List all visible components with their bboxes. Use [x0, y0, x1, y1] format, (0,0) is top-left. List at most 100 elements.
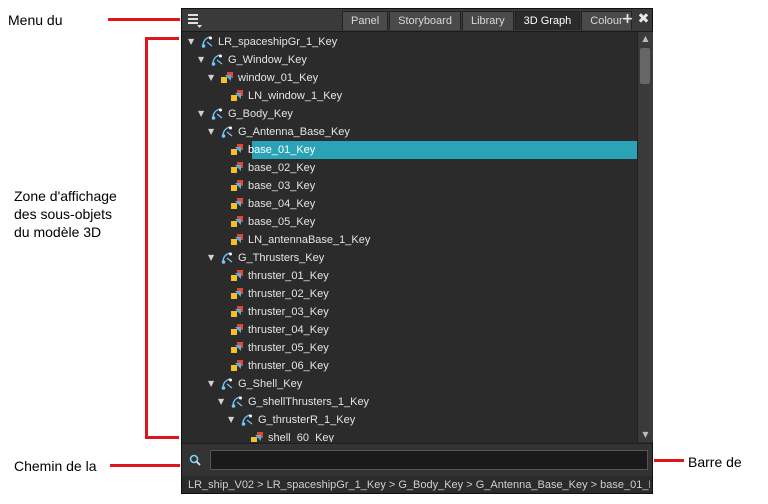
- mesh-key-icon: [230, 341, 244, 355]
- tree-row-label: base_02_Key: [248, 162, 316, 174]
- tree-row[interactable]: base_04_Key: [182, 195, 637, 213]
- tree-row[interactable]: ▼ G_Thrusters_Key: [182, 249, 637, 267]
- tree-row-label: shell_60_Key: [268, 432, 335, 442]
- node-tree: ▼ LR_spaceshipGr_1_Key ▼ G_Window_Key ▼ windo…: [182, 32, 637, 442]
- tree-row-label: thruster_05_Key: [248, 342, 329, 354]
- callout-display-area-line-1: Zone d'affichage: [14, 188, 117, 204]
- tree-row[interactable]: ▼ G_Antenna_Base_Key: [182, 123, 637, 141]
- tabs: Panel Storyboard Library 3D Graph Colour: [342, 11, 633, 31]
- mesh-key-icon: [230, 161, 244, 175]
- tree-row[interactable]: base_02_Key: [182, 159, 637, 177]
- tree-row[interactable]: thruster_02_Key: [182, 285, 637, 303]
- expanded-arrow-icon[interactable]: ▼: [208, 249, 216, 267]
- tree-row[interactable]: ▼ G_shellThrusters_1_Key: [182, 393, 637, 411]
- menu-icon: [188, 14, 202, 28]
- tree-row[interactable]: thruster_04_Key: [182, 321, 637, 339]
- add-view-button[interactable]: +: [621, 12, 634, 27]
- tree-row[interactable]: shell_60_Key: [182, 429, 637, 442]
- tree-row[interactable]: thruster_06_Key: [182, 357, 637, 375]
- mesh-key-icon: [220, 71, 234, 85]
- tree-row-label: window_01_Key: [238, 72, 319, 84]
- tree-row-label: thruster_06_Key: [248, 360, 329, 372]
- mesh-key-icon: [230, 305, 244, 319]
- tree-row-label: thruster_01_Key: [248, 270, 329, 282]
- tree-row-label: base_03_Key: [248, 180, 316, 192]
- tree-row-label: G_Antenna_Base_Key: [238, 126, 350, 138]
- expanded-arrow-icon[interactable]: ▼: [188, 33, 196, 51]
- panel-menu-button[interactable]: [186, 11, 204, 29]
- scrollbar-thumb[interactable]: [640, 48, 650, 84]
- tree-row[interactable]: thruster_05_Key: [182, 339, 637, 357]
- tree-row-label: G_Window_Key: [228, 54, 307, 66]
- tree-row[interactable]: LN_window_1_Key: [182, 87, 637, 105]
- expanded-arrow-icon[interactable]: ▼: [208, 123, 216, 141]
- tree-row[interactable]: thruster_01_Key: [182, 267, 637, 285]
- expanded-arrow-icon[interactable]: ▼: [208, 69, 216, 87]
- node-path-breadcrumb: LR_ship_V02 > LR_spaceshipGr_1_Key > G_B…: [188, 479, 650, 491]
- tree-row[interactable]: ▼ LR_spaceshipGr_1_Key: [182, 33, 637, 51]
- tree-row-label: base_04_Key: [248, 198, 316, 210]
- mesh-key-icon: [230, 215, 244, 229]
- tree-row[interactable]: ▼ G_thrusterR_1_Key: [182, 411, 637, 429]
- tree-row-label: thruster_03_Key: [248, 306, 329, 318]
- display-bracket-bottom: [145, 436, 179, 439]
- expanded-arrow-icon[interactable]: ▼: [208, 375, 216, 393]
- mesh-key-icon: [230, 89, 244, 103]
- tree-row-label: LN_window_1_Key: [248, 90, 343, 102]
- vertical-scrollbar[interactable]: ▲ ▼: [637, 32, 653, 442]
- tab-bar: Panel Storyboard Library 3D Graph Colour + ✖: [182, 9, 652, 32]
- tree-row-label: LR_spaceshipGr_1_Key: [218, 36, 338, 48]
- mesh-key-icon: [230, 233, 244, 247]
- tree-row[interactable]: base_05_Key: [182, 213, 637, 231]
- 3d-graph-panel: Panel Storyboard Library 3D Graph Colour + ✖…: [181, 8, 653, 494]
- mesh-key-icon: [230, 179, 244, 193]
- callout-display-area-line-2: des sous-objets: [14, 206, 113, 222]
- group-key-icon: [220, 377, 234, 391]
- tree-row-label: G_Thrusters_Key: [238, 252, 325, 264]
- tree-row-label: thruster_02_Key: [248, 288, 329, 300]
- tab-3d-graph[interactable]: 3D Graph: [514, 11, 581, 30]
- group-key-icon: [230, 395, 244, 409]
- tree-row[interactable]: base_01_Key: [182, 141, 637, 159]
- tab-tools: + ✖: [621, 12, 650, 27]
- tree-row[interactable]: ▼ G_Shell_Key: [182, 375, 637, 393]
- menu-callout-line: [108, 18, 180, 21]
- callout-display-area-line-3: du modèle 3D: [14, 224, 102, 240]
- callout-menu: Menu du: [8, 12, 63, 28]
- group-key-icon: [200, 35, 214, 49]
- expanded-arrow-icon[interactable]: ▼: [198, 105, 206, 123]
- expanded-arrow-icon[interactable]: ▼: [218, 393, 226, 411]
- callout-search-bar: Barre de: [688, 454, 742, 470]
- display-bracket-top: [145, 37, 179, 40]
- tree-row[interactable]: LN_antennaBase_1_Key: [182, 231, 637, 249]
- tree-row-label: LN_antennaBase_1_Key: [248, 234, 371, 246]
- tree-row[interactable]: base_03_Key: [182, 177, 637, 195]
- expanded-arrow-icon[interactable]: ▼: [198, 51, 206, 69]
- close-view-button[interactable]: ✖: [637, 12, 650, 27]
- tree-row[interactable]: ▼ G_Body_Key: [182, 105, 637, 123]
- tab-storyboard[interactable]: Storyboard: [389, 11, 461, 30]
- search-icon: [189, 454, 201, 466]
- scroll-up-arrow-icon[interactable]: ▲: [638, 32, 653, 46]
- search-callout-line: [654, 459, 684, 462]
- mesh-key-icon: [230, 269, 244, 283]
- tree-row[interactable]: ▼ G_Window_Key: [182, 51, 637, 69]
- display-bracket-vertical: [145, 37, 148, 439]
- tree-row[interactable]: thruster_03_Key: [182, 303, 637, 321]
- mesh-key-icon: [230, 323, 244, 337]
- search-input[interactable]: [210, 450, 648, 470]
- callout-path: Chemin de la: [14, 458, 97, 474]
- group-key-icon: [220, 125, 234, 139]
- tree-row-label: G_thrusterR_1_Key: [258, 414, 356, 426]
- expanded-arrow-icon[interactable]: ▼: [228, 411, 236, 429]
- tab-panel[interactable]: Panel: [342, 11, 389, 30]
- scroll-down-arrow-icon[interactable]: ▼: [638, 428, 653, 442]
- group-key-icon: [210, 53, 224, 67]
- group-key-icon: [240, 413, 254, 427]
- search-bar: [182, 443, 652, 476]
- tree-row[interactable]: ▼ window_01_Key: [182, 69, 637, 87]
- mesh-key-icon: [230, 143, 244, 157]
- mesh-key-icon: [250, 431, 264, 442]
- group-key-icon: [220, 251, 234, 265]
- tab-library[interactable]: Library: [461, 11, 514, 30]
